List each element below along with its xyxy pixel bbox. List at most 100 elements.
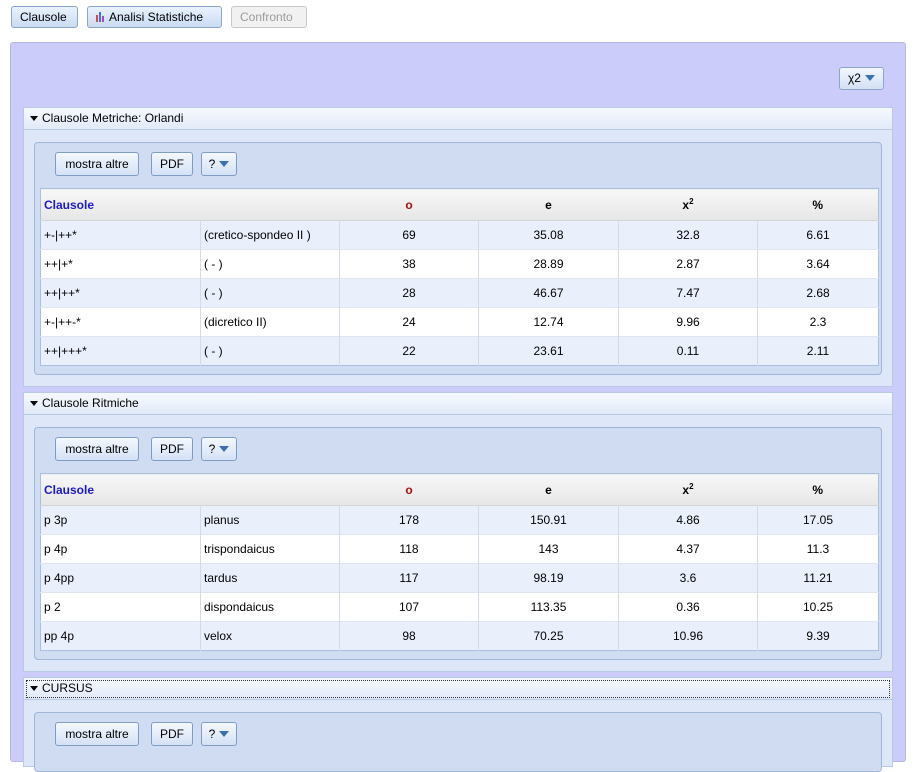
cell-nome: ( - ): [200, 336, 340, 366]
cell-clausola: p 4p: [40, 534, 201, 564]
cell-o: 178: [339, 505, 479, 535]
mostra-altre-label: mostra altre: [65, 157, 129, 171]
x2-superscript: 2: [689, 482, 694, 491]
bar-chart-icon: [96, 12, 104, 22]
table-row[interactable]: ++|+++*( - ) 22 23.61 0.11 2.11: [40, 336, 879, 366]
help-dropdown-button[interactable]: ?: [201, 152, 237, 176]
column-header-o[interactable]: o: [339, 188, 479, 221]
cell-x2: 7.47: [618, 278, 758, 308]
table-row[interactable]: +-|++-* (dicretico II) 24 12.74 9.96 2.3: [40, 307, 879, 337]
help-dropdown-button[interactable]: ?: [201, 437, 237, 461]
cell-clausola: ++|++*: [40, 278, 201, 308]
table-row[interactable]: p 4p trispondaicus 118 143 4.37 11.3: [40, 534, 879, 564]
cell-percent: 9.39: [757, 621, 879, 651]
table-row[interactable]: ++|+*( - ) 38 28.89 2.87 3.64: [40, 249, 879, 279]
table-row[interactable]: p 4pp tardus 117 98.19 3.6 11.21: [40, 563, 879, 593]
column-header-blank: [200, 188, 340, 221]
cell-x2: 10.96: [618, 621, 758, 651]
cell-clausola: ++|+++*: [40, 336, 201, 366]
cell-nome: planus: [200, 505, 340, 535]
column-header-x2[interactable]: x2: [618, 188, 758, 221]
section-title: Clausole Ritmiche: [42, 396, 139, 410]
cell-clausola: p 2: [40, 592, 201, 622]
statistic-selector-dropdown[interactable]: χ2: [839, 67, 884, 90]
section-clausole-metriche: Clausole Metriche: Orlandi mostra altre …: [23, 107, 893, 387]
cell-percent: 3.64: [757, 249, 879, 279]
mostra-altre-button[interactable]: mostra altre: [55, 722, 139, 746]
cell-nome: dispondaicus: [200, 592, 340, 622]
mostra-altre-label: mostra altre: [65, 442, 129, 456]
pdf-button[interactable]: PDF: [151, 437, 193, 461]
table-row[interactable]: ++|++*( - ) 28 46.67 7.47 2.68: [40, 278, 879, 308]
pdf-label: PDF: [160, 442, 184, 456]
table-row[interactable]: p 2 dispondaicus 107 113.35 0.36 10.25: [40, 592, 879, 622]
chevron-down-icon: [219, 731, 230, 737]
help-dropdown-button[interactable]: ?: [201, 722, 237, 746]
table-row[interactable]: +-|++* (cretico-spondeo II ) 69 35.08 32.8 6.…: [40, 220, 879, 250]
cell-nome: (dicretico II): [200, 307, 340, 337]
cell-nome: (cretico-spondeo II ): [200, 220, 340, 250]
section-content-box: mostra altre PDF ? Clausole o e x2 % +-|: [34, 142, 882, 375]
column-header-e[interactable]: e: [478, 188, 619, 221]
cell-x2: 4.37: [618, 534, 758, 564]
cell-percent: 2.11: [757, 336, 879, 366]
cell-percent: 11.21: [757, 563, 879, 593]
section-header-cursus[interactable]: CURSUS: [24, 678, 892, 700]
cell-e: 23.61: [478, 336, 619, 366]
analisi-statistiche-tab-label: Analisi Statistiche: [109, 10, 204, 24]
chevron-down-icon: [219, 161, 230, 167]
section-clausole-ritmiche: Clausole Ritmiche mostra altre PDF ? Cla…: [23, 392, 893, 672]
cell-clausola: p 3p: [40, 505, 201, 535]
column-header-clausole[interactable]: Clausole: [40, 188, 201, 221]
table-row[interactable]: pp 4p velox 98 70.25 10.96 9.39: [40, 621, 879, 651]
statistic-selector-value: χ2: [848, 71, 861, 85]
section-header-clausole-ritmiche[interactable]: Clausole Ritmiche: [24, 393, 892, 415]
cell-clausola: +-|++-*: [40, 307, 201, 337]
confronto-tab-button[interactable]: Confronto: [231, 6, 307, 28]
help-label: ?: [208, 727, 216, 741]
column-header-clausole[interactable]: Clausole: [40, 473, 201, 506]
pdf-label: PDF: [160, 157, 184, 171]
cell-nome: velox: [200, 621, 340, 651]
confronto-tab-label: Confronto: [240, 10, 293, 24]
analisi-statistiche-tab-button[interactable]: Analisi Statistiche: [87, 6, 222, 28]
column-header-e[interactable]: e: [478, 473, 619, 506]
help-label: ?: [208, 157, 216, 171]
section-content-box: mostra altre PDF ? Clausole o e x2 % p 3: [34, 427, 882, 660]
cell-x2: 32.8: [618, 220, 758, 250]
cell-clausola: p 4pp: [40, 563, 201, 593]
statistics-panel: χ2 Clausole Metriche: Orlandi mostra alt…: [10, 42, 906, 772]
column-header-o[interactable]: o: [339, 473, 479, 506]
cell-e: 150.91: [478, 505, 619, 535]
mostra-altre-button[interactable]: mostra altre: [55, 152, 139, 176]
cell-o: 22: [339, 336, 479, 366]
cell-nome: ( - ): [200, 249, 340, 279]
chevron-down-icon: [219, 446, 230, 452]
column-header-x2[interactable]: x2: [618, 473, 758, 506]
cell-clausola: pp 4p: [40, 621, 201, 651]
cell-e: 28.89: [478, 249, 619, 279]
pdf-button[interactable]: PDF: [151, 722, 193, 746]
column-header-percent[interactable]: %: [757, 188, 879, 221]
mostra-altre-button[interactable]: mostra altre: [55, 437, 139, 461]
cell-o: 28: [339, 278, 479, 308]
cell-e: 143: [478, 534, 619, 564]
pdf-button[interactable]: PDF: [151, 152, 193, 176]
section-cursus: CURSUS mostra altre PDF ?: [23, 677, 893, 772]
collapse-triangle-icon: [30, 116, 38, 121]
section-content-box: mostra altre PDF ?: [34, 712, 882, 772]
section-header-clausole-metriche[interactable]: Clausole Metriche: Orlandi: [24, 108, 892, 130]
cell-nome: trispondaicus: [200, 534, 340, 564]
cell-e: 46.67: [478, 278, 619, 308]
table-header-row: Clausole o e x2 %: [40, 188, 879, 221]
cell-e: 113.35: [478, 592, 619, 622]
cell-x2: 9.96: [618, 307, 758, 337]
clausole-tab-button[interactable]: Clausole: [11, 6, 78, 28]
cell-o: 118: [339, 534, 479, 564]
cell-o: 98: [339, 621, 479, 651]
cell-percent: 2.68: [757, 278, 879, 308]
cell-x2: 3.6: [618, 563, 758, 593]
column-header-percent[interactable]: %: [757, 473, 879, 506]
table-row[interactable]: p 3p planus 178 150.91 4.86 17.05: [40, 505, 879, 535]
column-header-blank: [200, 473, 340, 506]
